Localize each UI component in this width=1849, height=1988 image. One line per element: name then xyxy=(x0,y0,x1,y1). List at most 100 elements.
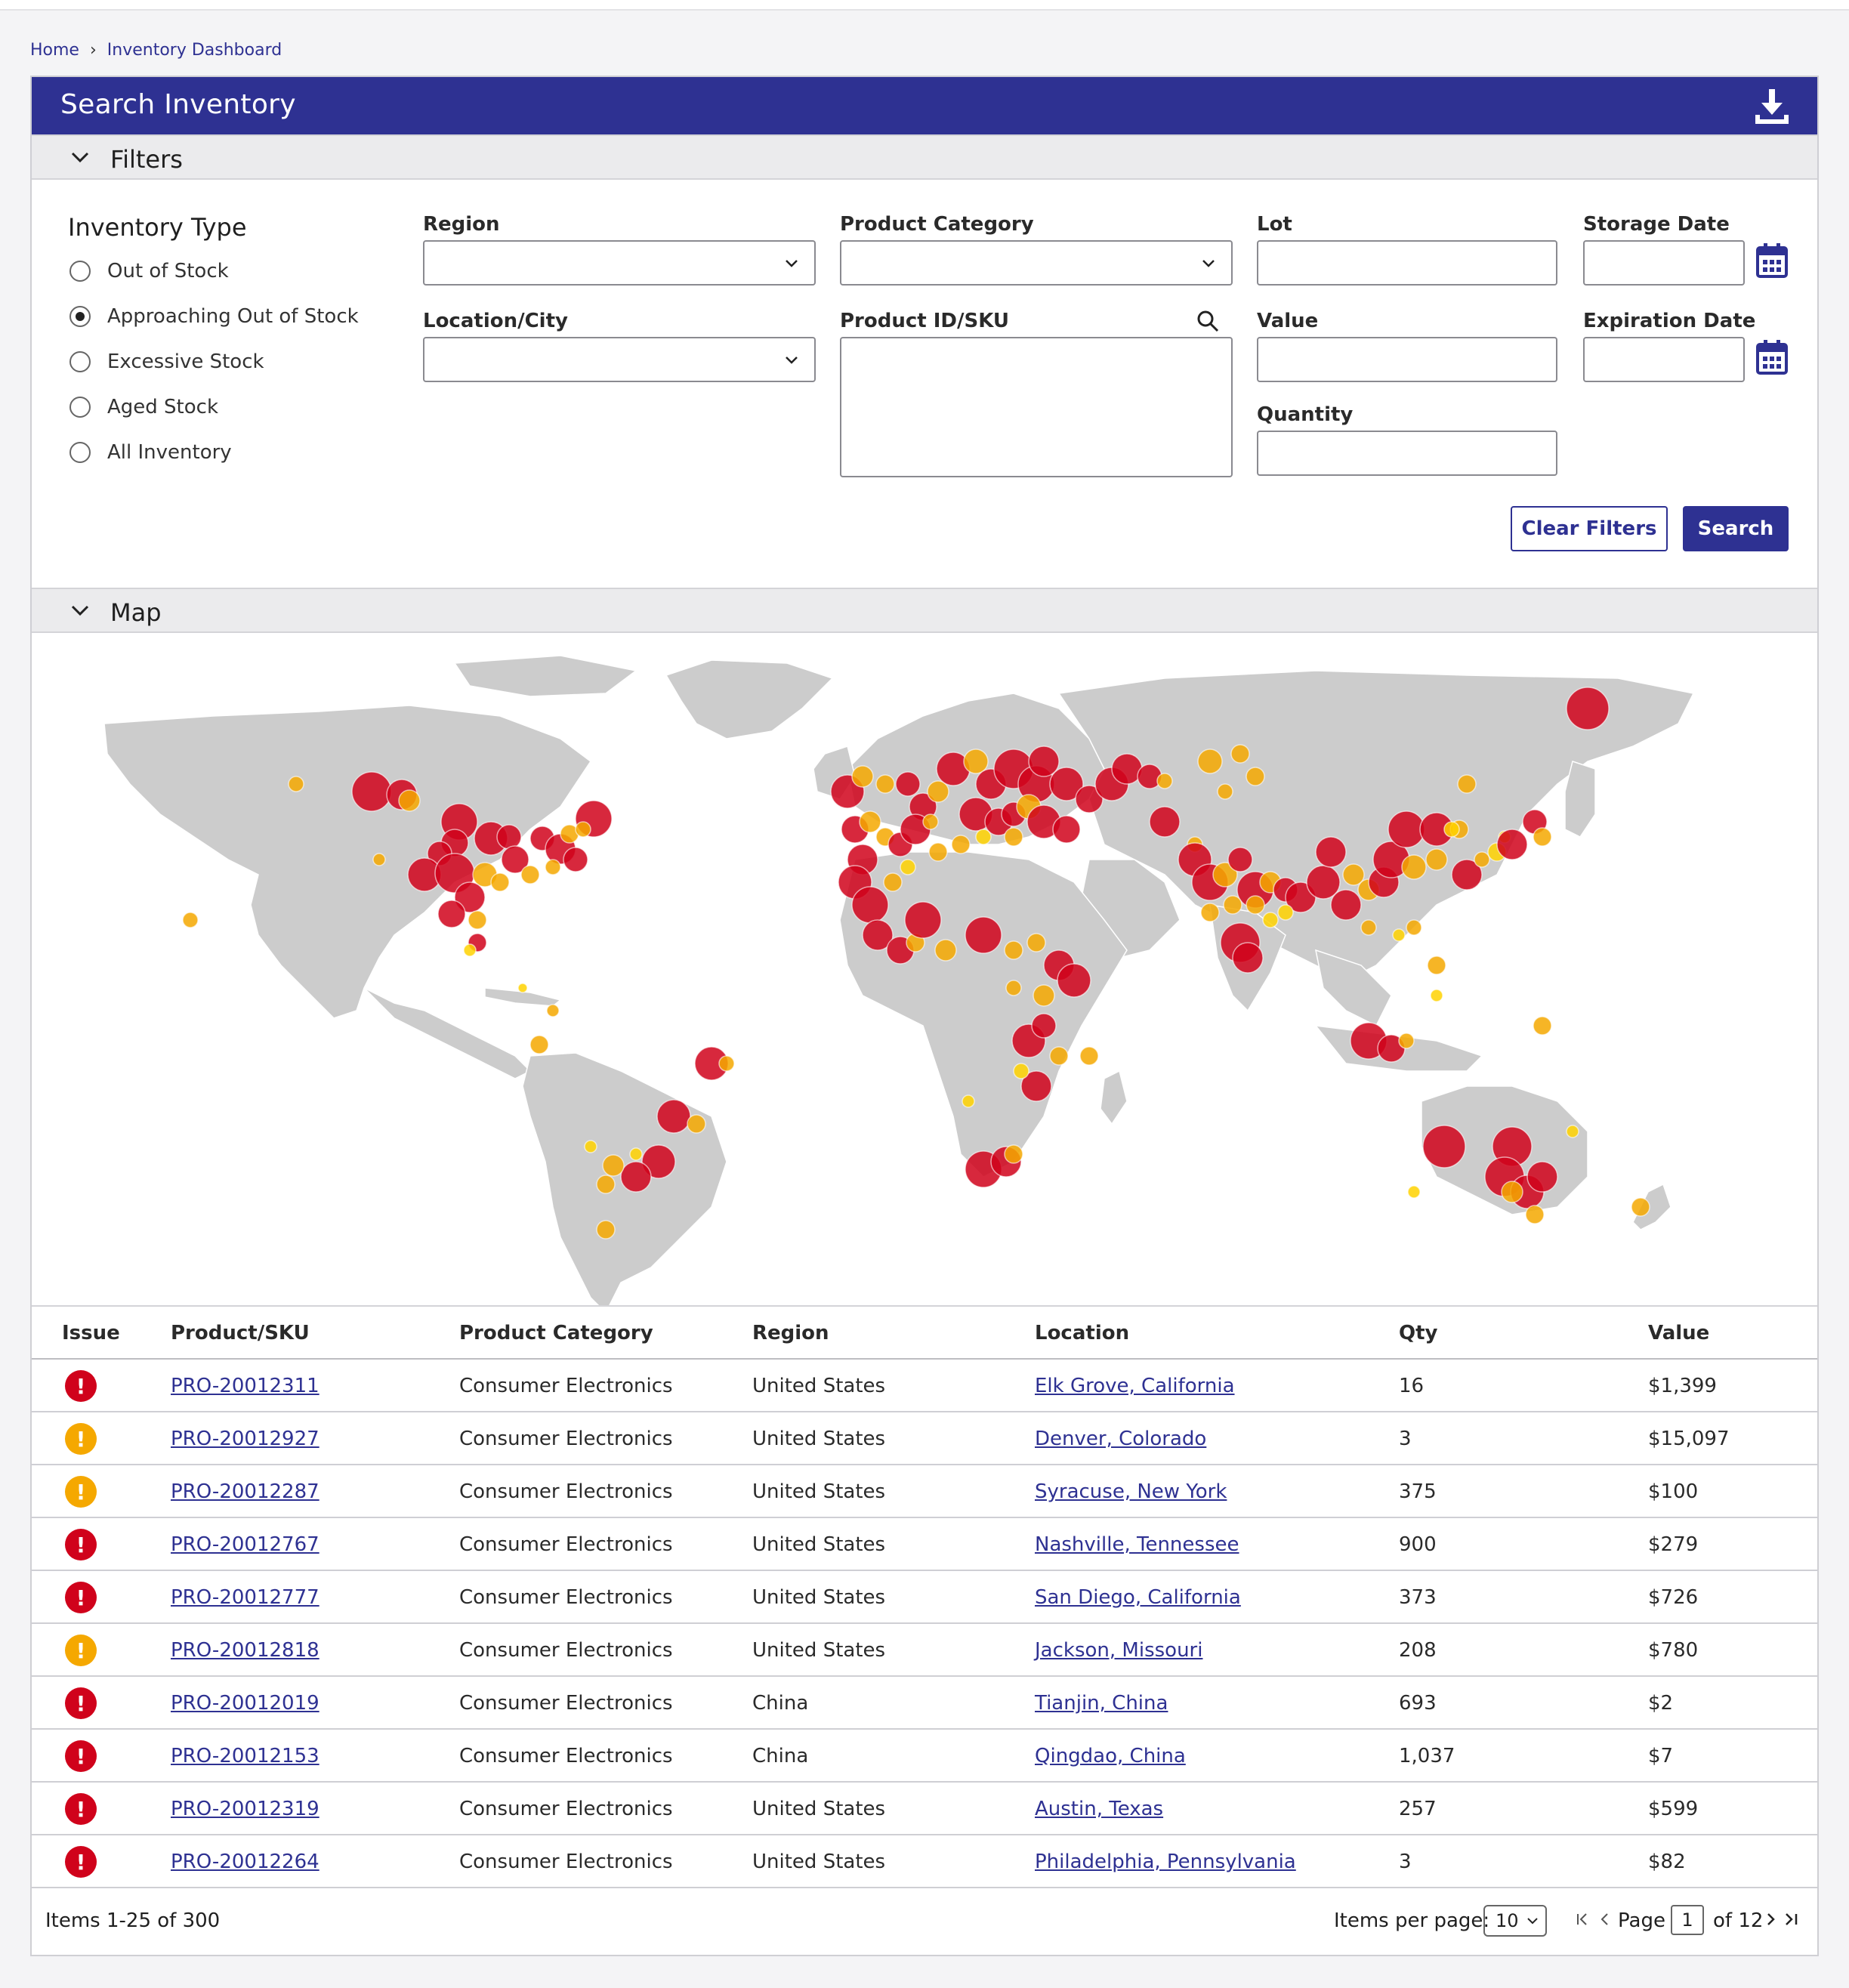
product-id-textarea[interactable] xyxy=(840,337,1233,477)
location-link[interactable]: Tianjin, China xyxy=(1035,1692,1168,1715)
critical-marker[interactable] xyxy=(1149,806,1181,838)
col-qty[interactable]: Qty xyxy=(1399,1322,1437,1344)
location-link[interactable]: Philadelphia, Pennsylvania xyxy=(1035,1851,1296,1873)
radio-all-inventory[interactable]: All Inventory xyxy=(69,440,232,465)
critical-marker[interactable] xyxy=(1057,963,1091,998)
col-product-category[interactable]: Product Category xyxy=(459,1322,653,1344)
warning-marker[interactable] xyxy=(951,835,971,854)
critical-marker[interactable] xyxy=(496,824,522,850)
product-sku-link[interactable]: PRO-20012287 xyxy=(171,1480,319,1503)
col-issue[interactable]: Issue xyxy=(62,1322,120,1344)
critical-marker[interactable] xyxy=(1496,829,1528,860)
warning-marker[interactable] xyxy=(490,872,510,892)
location-link[interactable]: Denver, Colorado xyxy=(1035,1428,1206,1450)
minor-marker[interactable] xyxy=(517,983,528,993)
warning-marker[interactable] xyxy=(1217,783,1233,800)
warning-marker[interactable] xyxy=(1406,919,1422,936)
storage-date-input[interactable] xyxy=(1583,240,1745,286)
minor-marker[interactable] xyxy=(1013,1063,1029,1079)
warning-marker[interactable] xyxy=(1004,827,1023,847)
warning-marker[interactable] xyxy=(1005,980,1022,996)
search-icon[interactable] xyxy=(1195,308,1221,334)
warning-marker[interactable] xyxy=(1033,984,1055,1007)
critical-marker[interactable] xyxy=(904,901,942,939)
quantity-input[interactable] xyxy=(1257,431,1557,476)
warning-marker[interactable] xyxy=(963,749,989,774)
warning-marker[interactable] xyxy=(922,813,939,830)
warning-marker[interactable] xyxy=(372,853,386,866)
col-value[interactable]: Value xyxy=(1648,1322,1709,1344)
search-button[interactable]: Search xyxy=(1683,506,1789,551)
value-input[interactable] xyxy=(1257,337,1557,382)
warning-marker[interactable] xyxy=(934,939,957,962)
warning-marker[interactable] xyxy=(1427,955,1446,975)
warning-marker[interactable] xyxy=(1631,1197,1650,1217)
radio-approaching-out-of-stock[interactable]: Approaching Out of Stock xyxy=(69,304,359,329)
radio-out-of-stock[interactable]: Out of Stock xyxy=(69,258,229,284)
critical-marker[interactable] xyxy=(620,1161,652,1193)
warning-marker[interactable] xyxy=(1246,767,1265,786)
location-link[interactable]: Syracuse, New York xyxy=(1035,1480,1227,1503)
minor-marker[interactable] xyxy=(975,829,992,845)
minor-marker[interactable] xyxy=(584,1140,597,1153)
location-select[interactable] xyxy=(423,337,816,382)
critical-marker[interactable] xyxy=(563,847,588,872)
critical-marker[interactable] xyxy=(1422,1125,1466,1168)
critical-marker[interactable] xyxy=(1566,687,1610,730)
warning-marker[interactable] xyxy=(602,1154,625,1177)
minor-marker[interactable] xyxy=(1430,989,1443,1002)
critical-marker[interactable] xyxy=(1388,810,1425,848)
clear-filters-button[interactable]: Clear Filters xyxy=(1511,506,1668,551)
product-sku-link[interactable]: PRO-20012777 xyxy=(171,1586,319,1609)
last-page-icon[interactable] xyxy=(1780,1908,1802,1931)
location-link[interactable]: Qingdao, China xyxy=(1035,1745,1186,1767)
minor-marker[interactable] xyxy=(1407,1185,1421,1199)
warning-marker[interactable] xyxy=(1533,1016,1552,1036)
region-select[interactable] xyxy=(423,240,816,286)
radio-aged-stock[interactable]: Aged Stock xyxy=(69,394,218,420)
col-region[interactable]: Region xyxy=(752,1322,829,1344)
product-sku-link[interactable]: PRO-20012319 xyxy=(171,1798,319,1820)
warning-marker[interactable] xyxy=(1425,848,1448,871)
warning-marker[interactable] xyxy=(1197,749,1223,774)
minor-marker[interactable] xyxy=(900,859,916,875)
warning-marker[interactable] xyxy=(1079,1046,1099,1066)
warning-marker[interactable] xyxy=(468,910,487,930)
warning-marker[interactable] xyxy=(596,1175,616,1194)
warning-marker[interactable] xyxy=(718,1055,735,1072)
warning-marker[interactable] xyxy=(1246,895,1265,915)
location-link[interactable]: Nashville, Tennessee xyxy=(1035,1533,1239,1556)
critical-marker[interactable] xyxy=(437,900,466,928)
warning-marker[interactable] xyxy=(883,872,903,892)
col-location[interactable]: Location xyxy=(1035,1322,1129,1344)
map-section-toggle[interactable]: Map xyxy=(32,588,1817,633)
product-sku-link[interactable]: PRO-20012927 xyxy=(171,1428,319,1450)
location-link[interactable]: Jackson, Missouri xyxy=(1035,1639,1202,1662)
minor-marker[interactable] xyxy=(1262,912,1279,928)
warning-marker[interactable] xyxy=(1156,773,1173,789)
warning-marker[interactable] xyxy=(687,1114,706,1134)
radio-button[interactable] xyxy=(69,397,91,418)
warning-marker[interactable] xyxy=(1223,895,1242,915)
warning-marker[interactable] xyxy=(859,810,881,833)
warning-marker[interactable] xyxy=(1049,1046,1069,1066)
product-sku-link[interactable]: PRO-20012311 xyxy=(171,1375,319,1397)
critical-marker[interactable] xyxy=(1232,942,1264,974)
warning-marker[interactable] xyxy=(520,865,540,884)
warning-marker[interactable] xyxy=(1004,940,1023,960)
critical-marker[interactable] xyxy=(1315,836,1347,868)
product-sku-link[interactable]: PRO-20012818 xyxy=(171,1639,319,1662)
product-category-select[interactable] xyxy=(840,240,1233,286)
critical-marker[interactable] xyxy=(1526,1161,1558,1193)
minor-marker[interactable] xyxy=(463,943,477,957)
radio-button[interactable] xyxy=(69,351,91,372)
warning-marker[interactable] xyxy=(928,842,948,862)
lot-input[interactable] xyxy=(1257,240,1557,286)
calendar-icon[interactable] xyxy=(1755,338,1789,376)
world-map[interactable] xyxy=(32,633,1817,1314)
col-product-sku[interactable]: Product/SKU xyxy=(171,1322,310,1344)
minor-marker[interactable] xyxy=(1566,1125,1579,1138)
warning-marker[interactable] xyxy=(596,1220,616,1239)
product-sku-link[interactable]: PRO-20012264 xyxy=(171,1851,319,1873)
warning-marker[interactable] xyxy=(1401,854,1427,880)
